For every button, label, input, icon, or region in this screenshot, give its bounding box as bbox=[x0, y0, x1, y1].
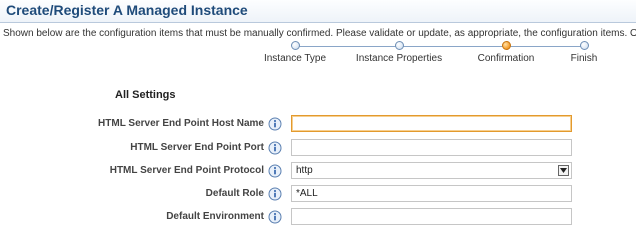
train-stop-instance-properties[interactable] bbox=[395, 41, 404, 50]
section-title: All Settings bbox=[115, 89, 176, 101]
field-label: Default Environment bbox=[166, 211, 264, 222]
instructions-text: Shown below are the configuration items … bbox=[3, 28, 636, 39]
chevron-down-icon[interactable] bbox=[558, 165, 569, 176]
train-stop-finish bbox=[580, 41, 589, 50]
protocol-selected-value: http bbox=[296, 165, 313, 176]
info-icon[interactable] bbox=[268, 164, 282, 178]
field-label: Default Role bbox=[205, 188, 264, 199]
info-icon[interactable] bbox=[268, 141, 282, 155]
protocol-select[interactable]: http bbox=[291, 162, 572, 179]
default-environment-input[interactable] bbox=[291, 208, 572, 225]
info-icon[interactable] bbox=[268, 117, 282, 131]
field-label: HTML Server End Point Port bbox=[130, 142, 264, 153]
train-label-instance-properties[interactable]: Instance Properties bbox=[356, 53, 442, 64]
page-title: Create/Register A Managed Instance bbox=[6, 2, 248, 18]
port-input[interactable] bbox=[291, 139, 572, 156]
info-icon[interactable] bbox=[268, 210, 282, 224]
info-icon[interactable] bbox=[268, 187, 282, 201]
setting-row-default-environment: Default Environment bbox=[0, 208, 636, 226]
default-role-input[interactable]: *ALL bbox=[291, 185, 572, 202]
field-label: HTML Server End Point Protocol bbox=[109, 165, 264, 176]
train-connector bbox=[296, 46, 584, 47]
train-stop-instance-type[interactable] bbox=[291, 41, 300, 50]
setting-row-port: HTML Server End Point Port bbox=[0, 139, 636, 157]
setting-row-host-name: HTML Server End Point Host Name bbox=[0, 115, 636, 133]
field-label: HTML Server End Point Host Name bbox=[98, 118, 264, 129]
train-stop-confirmation bbox=[502, 41, 511, 50]
train-label-instance-type[interactable]: Instance Type bbox=[264, 53, 326, 64]
train-label-confirmation: Confirmation bbox=[477, 53, 535, 64]
setting-row-protocol: HTML Server End Point Protocol http bbox=[0, 162, 636, 180]
progress-train: Instance Type Instance Properties Confir… bbox=[0, 40, 636, 66]
train-label-finish: Finish bbox=[570, 53, 598, 64]
page-header: Create/Register A Managed Instance bbox=[0, 0, 636, 23]
host-name-input[interactable] bbox=[291, 115, 572, 132]
setting-row-default-role: Default Role *ALL bbox=[0, 185, 636, 203]
